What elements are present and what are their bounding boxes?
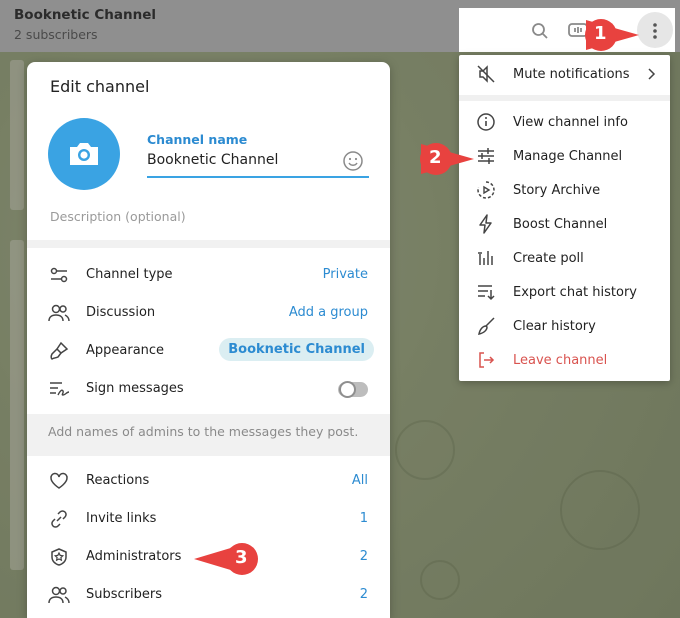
menu-item-story-archive[interactable]: Story Archive: [459, 173, 670, 207]
subscribers-icon: [48, 584, 70, 606]
row-label: Subscribers: [86, 587, 162, 602]
menu-item-leave-channel[interactable]: Leave channel: [459, 343, 670, 377]
heart-icon: [48, 470, 70, 492]
menu-item-label: Boost Channel: [513, 216, 608, 232]
menu-item-clear-history[interactable]: Clear history: [459, 309, 670, 343]
callout-number: 3: [235, 547, 248, 568]
menu-item-manage-channel[interactable]: Manage Channel: [459, 139, 670, 173]
search-icon[interactable]: [529, 20, 551, 42]
section-divider: [27, 240, 390, 248]
menu-item-boost-channel[interactable]: Boost Channel: [459, 207, 670, 241]
appearance-value-pill: Booknetic Channel: [219, 338, 374, 361]
reactions-value: All: [351, 473, 368, 488]
description-input[interactable]: Description (optional): [50, 209, 186, 224]
channel-name-input[interactable]: Booknetic Channel: [147, 152, 369, 178]
menu-item-create-poll[interactable]: Create poll: [459, 241, 670, 275]
channel-name-label: Channel name: [147, 132, 248, 147]
invite-links-count: 1: [359, 511, 368, 526]
admin-shield-icon: [48, 546, 70, 568]
menu-item-label: Export chat history: [513, 284, 637, 300]
leave-icon: [475, 349, 497, 371]
row-label: Discussion: [86, 305, 156, 320]
invite-links-row[interactable]: Invite links 1: [27, 500, 390, 538]
channel-type-value: Private: [322, 267, 368, 282]
callout-marker-1: 1: [583, 17, 641, 57]
menu-item-export-chat-history[interactable]: Export chat history: [459, 275, 670, 309]
menu-item-label: Manage Channel: [513, 148, 623, 164]
row-label: Channel type: [86, 267, 173, 282]
link-icon: [48, 508, 70, 530]
channel-type-row[interactable]: Channel type Private: [27, 256, 390, 294]
edit-channel-panel: Edit channel Channel name Booknetic Chan…: [27, 62, 390, 618]
row-label: Invite links: [86, 511, 157, 526]
row-label: Reactions: [86, 473, 150, 488]
chevron-right-icon: [648, 65, 656, 84]
menu-item-label: View channel info: [513, 114, 628, 130]
sign-hint-section: Add names of admins to the messages they…: [27, 414, 390, 456]
discussion-icon: [48, 302, 70, 324]
channel-title[interactable]: Booknetic Channel: [14, 7, 156, 23]
info-icon: [475, 111, 497, 133]
signature-icon: [48, 378, 70, 400]
bolt-icon: [475, 213, 497, 235]
subscribers-row[interactable]: Subscribers 2: [27, 576, 390, 614]
brush-icon: [48, 340, 70, 362]
camera-icon: [70, 143, 98, 165]
broom-icon: [475, 315, 497, 337]
menu-item-label: Clear history: [513, 318, 596, 334]
menu-item-label: Story Archive: [513, 182, 601, 198]
panel-title: Edit channel: [50, 77, 150, 96]
more-vert-icon[interactable]: [644, 20, 666, 42]
menu-separator: [459, 95, 670, 101]
row-label: Administrators: [86, 549, 182, 564]
emoji-icon[interactable]: [342, 150, 364, 172]
sign-messages-row[interactable]: Sign messages: [27, 370, 390, 408]
administrators-count: 2: [359, 549, 368, 564]
sign-hint: Add names of admins to the messages they…: [48, 424, 359, 439]
callout-number: 2: [429, 147, 442, 168]
reactions-row[interactable]: Reactions All: [27, 462, 390, 500]
callout-number: 1: [594, 23, 607, 44]
row-label: Sign messages: [86, 381, 184, 396]
header-actions: [459, 8, 675, 52]
channel-type-icon: [48, 264, 70, 286]
callout-marker-3: 3: [192, 541, 262, 581]
discussion-row[interactable]: Discussion Add a group: [27, 294, 390, 332]
menu-item-mute-notifications[interactable]: Mute notifications: [459, 57, 670, 91]
story-archive-icon: [475, 179, 497, 201]
row-label: Appearance: [86, 343, 165, 358]
toggle-knob: [339, 381, 356, 398]
callout-marker-2: 2: [418, 141, 476, 181]
channel-photo-button[interactable]: [48, 118, 120, 190]
subscriber-count: 2 subscribers: [14, 27, 98, 42]
menu-item-label: Mute notifications: [513, 66, 630, 82]
menu-item-label: Create poll: [513, 250, 584, 266]
channel-menu: Mute notifications View channel info Man…: [459, 55, 670, 381]
poll-icon: [475, 247, 497, 269]
appearance-row[interactable]: Appearance Booknetic Channel: [27, 332, 390, 370]
mute-icon: [475, 63, 497, 85]
export-icon: [475, 281, 497, 303]
menu-item-view-channel-info[interactable]: View channel info: [459, 105, 670, 139]
menu-item-label: Leave channel: [513, 352, 608, 368]
add-group-link[interactable]: Add a group: [289, 305, 368, 320]
sliders-icon: [475, 145, 497, 167]
subscribers-count: 2: [359, 587, 368, 602]
sign-messages-toggle[interactable]: [338, 381, 368, 398]
